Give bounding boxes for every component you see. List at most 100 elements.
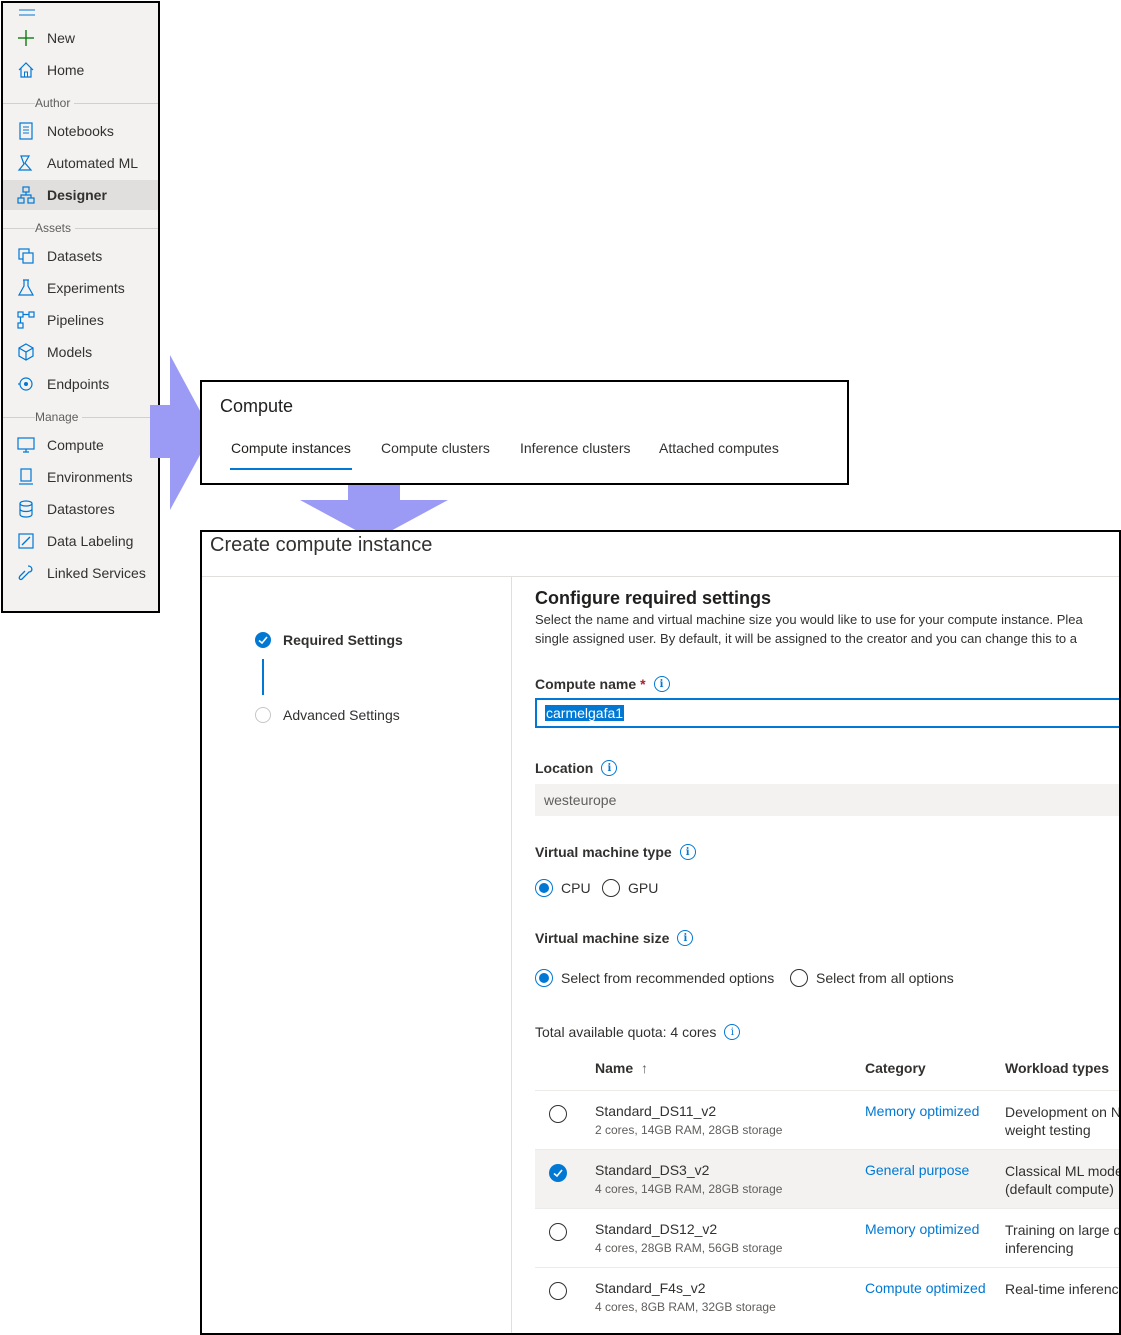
sidebar-item-environments[interactable]: Environments <box>3 462 158 492</box>
compute-name-label: Compute name * i <box>535 676 670 692</box>
vm-size-label-text: Virtual machine size <box>535 930 670 946</box>
sidebar-item-label: Compute <box>47 437 104 453</box>
radio-label: Select from all options <box>816 970 954 986</box>
vm-type-label-text: Virtual machine type <box>535 844 672 860</box>
table-row[interactable]: Standard_DS12_v2 4 cores, 28GB RAM, 56GB… <box>535 1208 1121 1267</box>
sidebar-item-models[interactable]: Models <box>3 337 158 367</box>
section-label: Manage <box>35 410 83 424</box>
table-row[interactable]: Standard_F4s_v2 4 cores, 8GB RAM, 32GB s… <box>535 1267 1119 1326</box>
sidebar-item-compute[interactable]: Compute <box>3 430 158 460</box>
row-radio-icon[interactable] <box>549 1223 567 1241</box>
table-row[interactable]: Standard_DS11_v2 2 cores, 14GB RAM, 28GB… <box>535 1090 1121 1149</box>
quota-label: Total available quota: 4 cores i <box>535 1024 741 1040</box>
location-value: westeurope <box>544 792 617 808</box>
form-description-line1: Select the name and virtual machine size… <box>535 612 1083 627</box>
location-label: Location i <box>535 760 618 776</box>
info-icon[interactable]: i <box>601 760 618 776</box>
plus-icon <box>17 29 35 47</box>
sort-ascending-icon: ↑ <box>641 1060 649 1076</box>
sidebar-item-datasets[interactable]: Datasets <box>3 241 158 271</box>
info-icon[interactable]: i <box>653 676 670 692</box>
location-field: westeurope <box>535 784 1119 816</box>
column-header-label: Name <box>595 1060 634 1076</box>
hamburger-icon[interactable] <box>19 3 35 16</box>
vm-size-label: Virtual machine size i <box>535 930 694 946</box>
row-spec: 4 cores, 14GB RAM, 28GB storage <box>595 1182 783 1196</box>
compute-name-value: carmelgafa1 <box>545 705 625 721</box>
column-header-category[interactable]: Category <box>865 1060 926 1076</box>
info-icon[interactable]: i <box>677 930 694 946</box>
vm-type-gpu-radio[interactable]: GPU <box>602 879 658 897</box>
compute-name-input[interactable]: carmelgafa1 <box>535 698 1119 728</box>
step-advanced-settings[interactable]: Advanced Settings <box>283 707 400 723</box>
row-spec: 4 cores, 28GB RAM, 56GB storage <box>595 1241 783 1255</box>
header-divider <box>202 576 1119 577</box>
radio-selected-icon <box>535 969 553 987</box>
compute-name-label-text: Compute name <box>535 676 637 692</box>
create-compute-instance-panel: Create compute instance Required Setting… <box>200 530 1121 1335</box>
sidebar-item-designer[interactable]: Designer <box>3 180 158 210</box>
step-required-settings[interactable]: Required Settings <box>283 632 403 648</box>
row-name: Standard_DS12_v2 <box>595 1221 718 1237</box>
row-category-link[interactable]: General purpose <box>865 1162 969 1178</box>
info-icon[interactable]: i <box>679 844 696 860</box>
vm-type-label: Virtual machine type i <box>535 844 696 860</box>
sidebar-item-data-labeling[interactable]: Data Labeling <box>3 526 158 556</box>
wizard-divider <box>511 576 512 1333</box>
row-workload: Training on large d inferencing <box>1005 1222 1121 1256</box>
endpoints-icon <box>17 375 35 393</box>
sidebar-item-label: Models <box>47 344 93 360</box>
info-icon[interactable]: i <box>724 1024 741 1040</box>
sidebar-item-new[interactable]: New <box>3 23 158 53</box>
environments-icon <box>17 468 35 486</box>
row-workload: Classical ML model (default compute) <box>1005 1163 1121 1197</box>
sidebar-item-label: Environments <box>47 469 133 485</box>
row-selected-check-icon[interactable] <box>549 1164 567 1182</box>
tab-attached-computes[interactable]: Attached computes <box>659 440 779 456</box>
vm-size-all-radio[interactable]: Select from all options <box>790 969 954 987</box>
vm-type-cpu-radio[interactable]: CPU <box>535 879 591 897</box>
row-category-link[interactable]: Compute optimized <box>865 1280 986 1296</box>
monitor-icon <box>17 436 35 454</box>
tab-compute-instances[interactable]: Compute instances <box>231 440 351 456</box>
section-label: Assets <box>35 221 76 235</box>
sidebar-item-label: Home <box>47 62 85 78</box>
sidebar-item-notebooks[interactable]: Notebooks <box>3 116 158 146</box>
form-description-line2: single assigned user. By default, it wil… <box>535 631 1078 646</box>
location-label-text: Location <box>535 760 594 776</box>
sidebar-item-label: Datastores <box>47 501 115 517</box>
row-radio-icon[interactable] <box>549 1105 567 1123</box>
sidebar-item-label: Endpoints <box>47 376 110 392</box>
column-header-name[interactable]: Name ↑ <box>595 1060 648 1076</box>
compute-header-panel: Compute Compute instances Compute cluste… <box>200 380 849 485</box>
column-header-workload[interactable]: Workload types <box>1005 1060 1109 1076</box>
datasets-icon <box>17 247 35 265</box>
section-manage: Manage <box>3 410 158 426</box>
sidebar-item-endpoints[interactable]: Endpoints <box>3 369 158 399</box>
table-row[interactable]: Standard_DS3_v2 4 cores, 14GB RAM, 28GB … <box>535 1149 1121 1208</box>
tab-compute-clusters[interactable]: Compute clusters <box>381 440 490 456</box>
cube-icon <box>17 343 35 361</box>
sidebar-item-label: Notebooks <box>47 123 114 139</box>
row-spec: 4 cores, 8GB RAM, 32GB storage <box>595 1300 776 1314</box>
automl-icon <box>17 154 35 172</box>
notebook-icon <box>17 122 35 140</box>
sidebar-item-experiments[interactable]: Experiments <box>3 273 158 303</box>
sidebar-item-label: Pipelines <box>47 312 104 328</box>
sidebar-item-pipelines[interactable]: Pipelines <box>3 305 158 335</box>
sidebar-item-datastores[interactable]: Datastores <box>3 494 158 524</box>
vm-size-recommended-radio[interactable]: Select from recommended options <box>535 969 774 987</box>
radio-unselected-icon <box>602 879 620 897</box>
panel-title: Create compute instance <box>210 534 433 556</box>
row-category-link[interactable]: Memory optimized <box>865 1221 979 1237</box>
sidebar-item-home[interactable]: Home <box>3 55 158 85</box>
row-workload: Development on Nweight testing <box>1005 1104 1121 1138</box>
tab-inference-clusters[interactable]: Inference clusters <box>520 440 631 456</box>
form-heading: Configure required settings <box>535 588 772 608</box>
row-name: Standard_F4s_v2 <box>595 1280 706 1296</box>
row-name: Standard_DS11_v2 <box>595 1103 717 1119</box>
sidebar-item-linked-services[interactable]: Linked Services <box>3 558 158 588</box>
sidebar-item-automated-ml[interactable]: Automated ML <box>3 148 158 178</box>
row-category-link[interactable]: Memory optimized <box>865 1103 979 1119</box>
row-radio-icon[interactable] <box>549 1282 567 1300</box>
